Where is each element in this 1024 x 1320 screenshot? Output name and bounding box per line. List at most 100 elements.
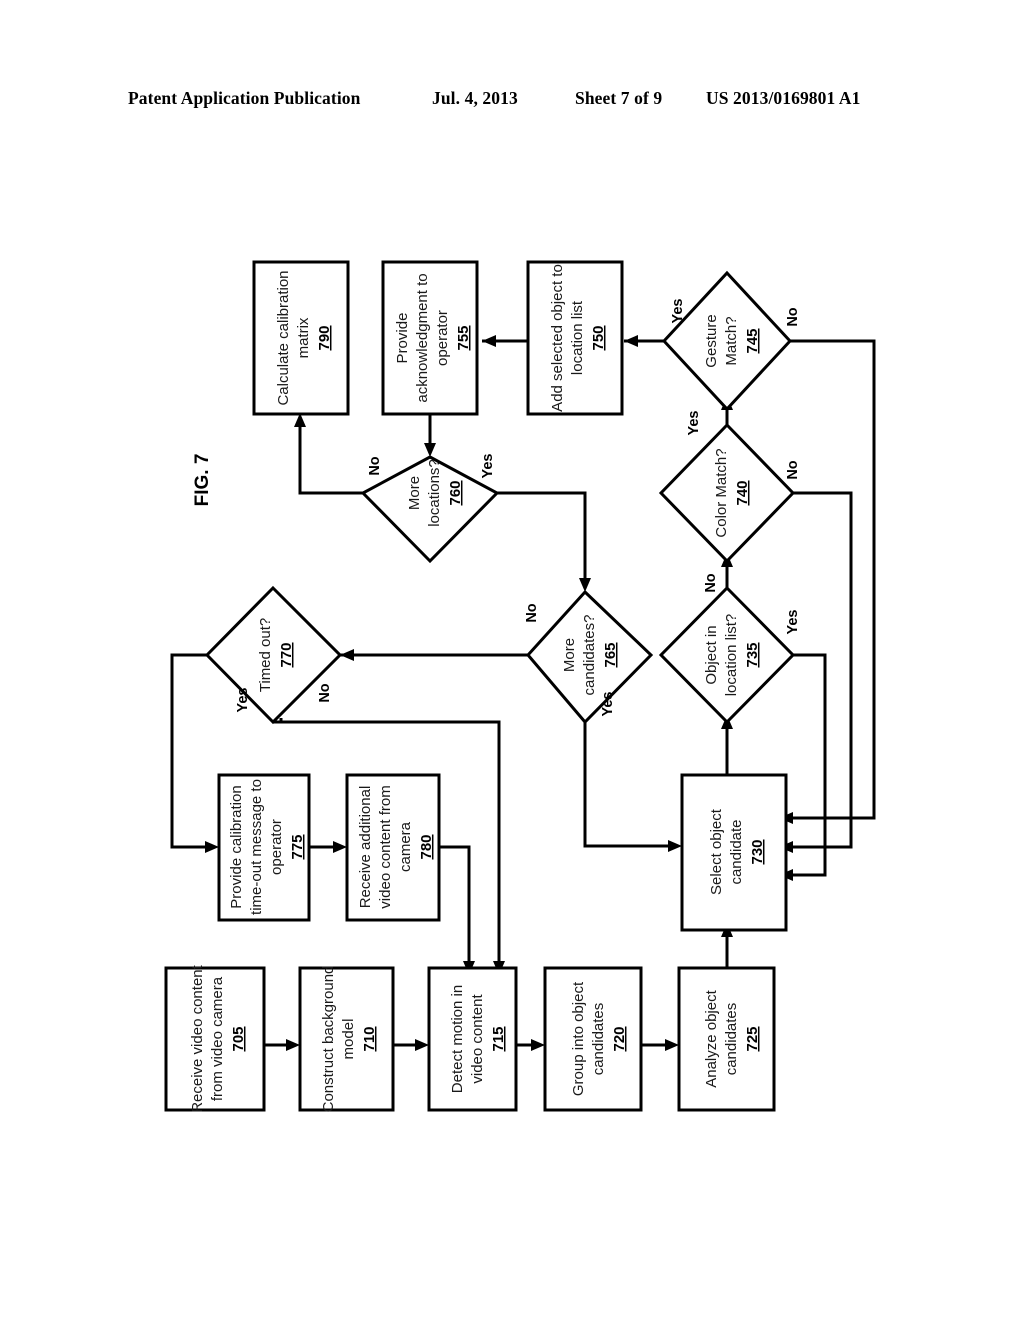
edge-label-765-no: No (524, 603, 540, 622)
node-740-color-match: Color Match? 740 Yes No (658, 411, 801, 564)
node-725-ref: 725 (744, 1026, 761, 1051)
edge-label-745-yes: Yes (670, 299, 686, 324)
node-705-line-0: Receive video content (189, 964, 206, 1112)
edge-label-740-yes: Yes (686, 411, 702, 436)
node-715-ref: 715 (490, 1026, 507, 1051)
node-780-line-0: Receive additional (357, 786, 374, 909)
edge-label-735-no: No (703, 573, 719, 592)
edge-label-735-yes: Yes (785, 610, 801, 635)
node-775-ref: 775 (289, 834, 306, 859)
node-710-line-1: model (340, 1019, 357, 1060)
node-740-ref: 740 (734, 480, 751, 505)
edge-760-no-to-790 (298, 420, 363, 495)
node-735-object-in-location-list: Object in location list? 735 No Yes (658, 573, 801, 725)
patent-page: Patent Application Publication Jul. 4, 2… (0, 0, 1024, 1320)
node-765-ref: 765 (602, 642, 619, 667)
node-710-line-0: Construct background (320, 966, 337, 1113)
node-750-line-1: location list (569, 300, 586, 375)
arrowhead-715-720 (531, 1039, 545, 1051)
node-780-line-1: video content from (377, 785, 394, 908)
node-715-detect-motion: Detect motion in video content 715 (427, 966, 518, 1112)
node-745-ref: 745 (744, 328, 761, 353)
edge-label-740-no: No (785, 460, 801, 479)
node-720-line-1: candidates (590, 1003, 607, 1076)
node-760-more-locations: More locations? 760 No Yes (360, 454, 500, 564)
node-780-receive-additional-video: Receive additional video content from ca… (345, 773, 441, 922)
node-770-ref: 770 (278, 642, 295, 667)
node-790-ref: 790 (316, 325, 333, 350)
node-775-line-1: time-out message to (248, 779, 265, 915)
node-760-ref: 760 (447, 480, 464, 505)
edge-770-yes-to-775 (170, 653, 212, 849)
node-765-line-1: candidates? (581, 615, 598, 696)
node-775-line-2: operator (268, 819, 285, 875)
node-730-ref: 730 (749, 839, 766, 864)
node-735-line-1: location list? (723, 614, 740, 697)
node-755-line-2: operator (434, 310, 451, 366)
node-780-ref: 780 (418, 834, 435, 859)
node-735-ref: 735 (744, 642, 761, 667)
arrowhead-720-725 (665, 1039, 679, 1051)
arrowhead-745-750 (624, 335, 638, 347)
arrowhead-755-760 (424, 443, 436, 457)
node-720-ref: 720 (611, 1026, 628, 1051)
node-755-line-1: acknowledgment to (414, 273, 431, 402)
node-745-line-1: Match? (723, 316, 740, 365)
node-750-ref: 750 (590, 325, 607, 350)
figure-7-flowchart: Calculate calibration matrix 790 Provide… (0, 0, 1024, 1320)
node-720-group-into-object-candidates: Group into object candidates 720 (543, 966, 643, 1112)
node-775-line-0: Provide calibration (228, 785, 245, 908)
edge-745-no-to-730 (786, 339, 876, 820)
node-740-line-0: Color Match? (713, 448, 730, 537)
edge-780-to-715 (439, 845, 471, 968)
edge-label-745-no: No (785, 307, 801, 326)
node-780-line-2: camera (397, 821, 414, 872)
node-765-more-candidates: More candidates? 765 No Yes (524, 589, 654, 725)
node-730-select-object-candidate: Select object candidate 730 (680, 773, 788, 932)
figure-label: FIG. 7 (192, 454, 213, 507)
node-770-line-0: Timed out? (257, 618, 274, 692)
node-750-line-0: Add selected object to (549, 264, 566, 412)
node-725-line-0: Analyze object (703, 989, 720, 1087)
arrowhead-750-755 (482, 335, 496, 347)
arrowhead-705-710 (286, 1039, 300, 1051)
node-725-analyze-object-candidates: Analyze object candidates 725 (677, 966, 776, 1112)
node-755-ref: 755 (455, 325, 472, 350)
node-760-line-1: locations? (426, 459, 443, 527)
arrowhead-710-715 (415, 1039, 429, 1051)
node-745-line-0: Gesture (703, 314, 720, 367)
node-790-line-0: Calculate calibration (275, 270, 292, 405)
node-715-line-0: Detect motion in (449, 985, 466, 1093)
node-725-line-1: candidates (723, 1003, 740, 1076)
node-730-line-0: Select object (708, 808, 725, 895)
node-730-line-1: candidate (728, 819, 745, 884)
node-710-ref: 710 (361, 1026, 378, 1051)
edge-label-760-no: No (367, 456, 383, 475)
node-775-provide-timeout-message: Provide calibration time-out message to … (217, 773, 311, 922)
node-705-receive-video-content: Receive video content from video camera … (164, 964, 266, 1113)
node-745-gesture-match: Gesture Match? 745 Yes No (661, 270, 801, 412)
node-755-line-0: Provide (394, 313, 411, 364)
node-705-line-1: from video camera (209, 976, 226, 1101)
edge-740-no-to-730 (786, 491, 853, 849)
edge-label-760-yes: Yes (480, 454, 496, 479)
arrowhead-775-780 (333, 841, 347, 853)
edge-label-770-yes: Yes (235, 688, 251, 713)
edge-label-770-no: No (317, 683, 333, 702)
node-770-timed-out: Timed out? 770 Yes No (204, 585, 343, 725)
node-755-provide-acknowledgment: Provide acknowledgment to operator 755 (381, 260, 479, 416)
svg-text:FIG. 7: FIG. 7 (192, 454, 213, 507)
edge-label-765-yes: Yes (600, 692, 616, 717)
edge-760-yes-to-765 (497, 491, 587, 585)
arrowhead-770-775 (205, 841, 219, 853)
node-765-line-0: More (561, 638, 578, 672)
node-735-line-0: Object in (703, 625, 720, 684)
node-715-line-1: video content (469, 994, 486, 1084)
node-760-line-0: More (406, 476, 423, 510)
node-710-construct-background-model: Construct background model 710 (298, 966, 395, 1113)
arrowhead-765-730 (668, 840, 682, 852)
node-790-line-1: matrix (295, 317, 312, 358)
edge-765-yes-to-730 (583, 722, 675, 848)
node-705-ref: 705 (230, 1026, 247, 1051)
node-720-line-0: Group into object (570, 981, 587, 1096)
